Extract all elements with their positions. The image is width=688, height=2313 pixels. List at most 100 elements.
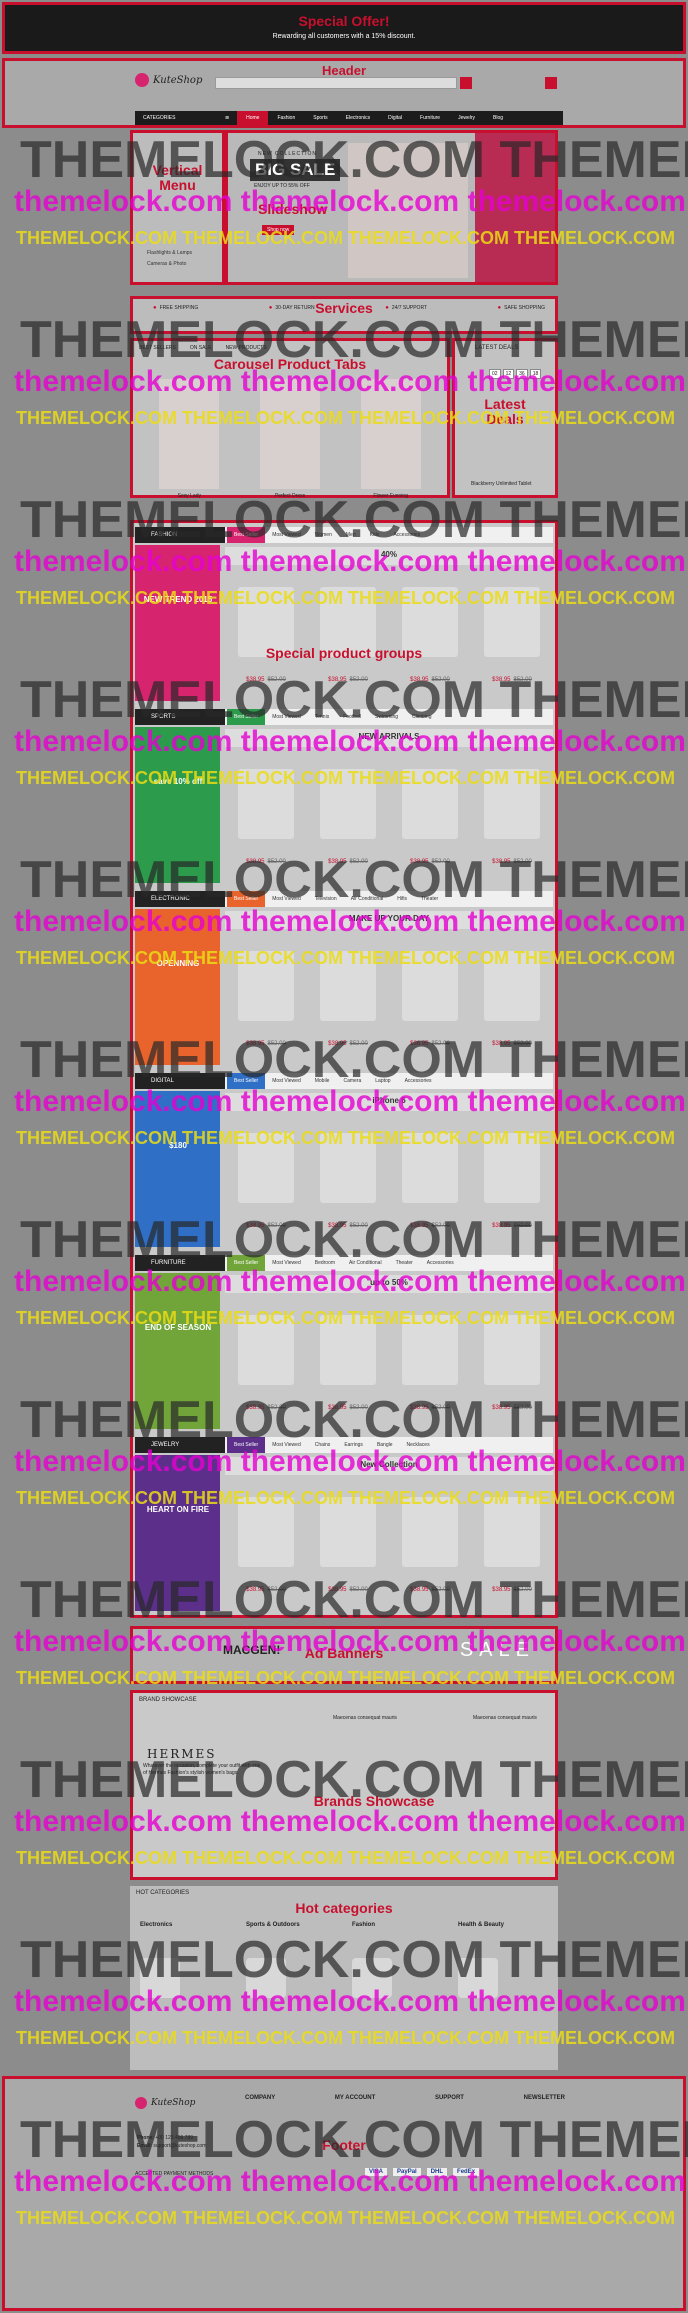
hot-category[interactable]: Fashion xyxy=(352,1922,442,1998)
section-banner[interactable]: NEW TREND 2015 xyxy=(135,545,220,701)
section-promo[interactable]: up to 50% xyxy=(225,1275,553,1293)
section-banner[interactable]: HEART ON FIRE xyxy=(135,1455,220,1611)
section-tab[interactable]: Accessories xyxy=(386,527,427,543)
section-tab[interactable]: Best Seller xyxy=(227,1255,266,1271)
nav-item-sports[interactable]: Sports xyxy=(304,111,336,125)
product-card[interactable] xyxy=(402,1133,458,1203)
section-promo[interactable]: New Collection xyxy=(225,1457,553,1475)
nav-item-home[interactable]: Home xyxy=(237,111,269,125)
carousel-tab[interactable]: ON SALE xyxy=(190,345,212,351)
product-card[interactable] xyxy=(402,769,458,839)
section-tab[interactable]: Most Viewed xyxy=(265,527,308,543)
product-card[interactable] xyxy=(238,769,294,839)
section-banner[interactable]: OPENNING xyxy=(135,909,220,1065)
product-card[interactable]: Perfect Dress xyxy=(250,373,330,499)
deal-product[interactable]: Blackberry Unlimited Tablet xyxy=(471,481,532,487)
product-card[interactable] xyxy=(320,769,376,839)
section-tab[interactable]: Swimming xyxy=(368,709,405,725)
product-card[interactable] xyxy=(238,1133,294,1203)
nav-item-electronics[interactable]: Electronics xyxy=(337,111,379,125)
section-tab[interactable]: Best Seller xyxy=(227,709,266,725)
section-tab[interactable]: Most Viewed xyxy=(265,1437,308,1453)
section-tab[interactable]: Theater xyxy=(414,891,445,907)
section-tab[interactable]: Bedroom xyxy=(308,1255,342,1271)
brand-logo[interactable]: HERMES xyxy=(147,1747,217,1761)
section-tab[interactable]: Accessories xyxy=(420,1255,461,1271)
section-tab[interactable]: Laptop xyxy=(368,1073,397,1089)
product-card[interactable] xyxy=(320,1497,376,1567)
section-tab[interactable]: Men xyxy=(339,527,363,543)
hot-category[interactable]: Sports & Outdoors xyxy=(246,1922,336,1998)
nav-item-digital[interactable]: Digital xyxy=(379,111,411,125)
carousel-tab[interactable]: NEW PRODUCTS xyxy=(226,345,267,351)
section-banner[interactable]: END OF SEASON xyxy=(135,1273,220,1429)
cart-icon[interactable] xyxy=(460,77,472,89)
hot-category[interactable]: Electronics xyxy=(140,1922,230,1998)
section-tab[interactable]: Tennis xyxy=(308,709,336,725)
section-tab[interactable]: Best Seller xyxy=(227,1073,266,1089)
section-tab[interactable]: Best Seller xyxy=(227,527,266,543)
product-card[interactable] xyxy=(320,1133,376,1203)
product-card[interactable]: Flower Evening xyxy=(351,373,431,499)
menu-icon[interactable]: ≡ xyxy=(225,115,229,122)
nav-item-blog[interactable]: Blog xyxy=(484,111,512,125)
footer-logo[interactable]: KuteShop xyxy=(135,2097,195,2109)
product-card[interactable]: Sexy Lady xyxy=(149,373,229,499)
nav-item-fashion[interactable]: Fashion xyxy=(268,111,304,125)
brand-product-2[interactable]: Maecenas consequat mauris xyxy=(473,1715,537,1721)
section-tab[interactable]: Television xyxy=(308,891,344,907)
section-tab[interactable]: Theater xyxy=(389,1255,420,1271)
section-tab[interactable]: Most Viewed xyxy=(265,891,308,907)
section-tab[interactable]: Best Seller xyxy=(227,1437,266,1453)
section-tab[interactable]: Mobile xyxy=(308,1073,337,1089)
section-promo[interactable]: iPhone 6 xyxy=(225,1093,553,1111)
section-tab[interactable]: Most Viewed xyxy=(265,1073,308,1089)
section-tab[interactable]: Earrings xyxy=(337,1437,370,1453)
section-tab[interactable]: Climbing xyxy=(405,709,438,725)
section-tab[interactable]: Hifis xyxy=(390,891,414,907)
section-tab[interactable]: Most Viewed xyxy=(265,709,308,725)
carousel-tab[interactable]: BEST SELLERS xyxy=(139,345,176,351)
product-card[interactable] xyxy=(484,1315,540,1385)
hot-category[interactable]: Health & Beauty xyxy=(458,1922,548,1998)
ad-right[interactable]: SALE xyxy=(460,1639,535,1662)
brand-product-1[interactable]: Maecenas consequat mauris xyxy=(333,1715,397,1721)
product-card[interactable] xyxy=(402,951,458,1021)
section-promo[interactable]: NEW ARRIVALS xyxy=(225,729,553,747)
section-banner[interactable]: $180 xyxy=(135,1091,220,1247)
nav-item-jewelry[interactable]: Jewelry xyxy=(449,111,484,125)
menu-item-cameras[interactable]: Cameras & Photo xyxy=(147,261,186,267)
product-card[interactable] xyxy=(402,1315,458,1385)
section-tab[interactable]: Accessories xyxy=(398,1073,439,1089)
slide-shop-button[interactable]: Shop now xyxy=(262,225,295,235)
categories-button[interactable]: CATEGORIES xyxy=(135,115,225,121)
section-tab[interactable]: Bangle xyxy=(370,1437,400,1453)
section-tab[interactable]: Air Conditional xyxy=(342,1255,389,1271)
menu-item-flashlights[interactable]: Flashlights & Lamps xyxy=(147,250,192,256)
section-tab[interactable]: Kids xyxy=(363,527,387,543)
product-card[interactable] xyxy=(402,1497,458,1567)
product-card[interactable] xyxy=(238,951,294,1021)
product-card[interactable] xyxy=(484,1497,540,1567)
section-tab[interactable]: Women xyxy=(308,527,339,543)
section-tab[interactable]: Necklaces xyxy=(400,1437,437,1453)
section-tab[interactable]: Best Seller xyxy=(227,891,266,907)
section-banner[interactable]: save 10% off xyxy=(135,727,220,883)
product-card[interactable] xyxy=(320,1315,376,1385)
section-tab[interactable]: Football xyxy=(336,709,368,725)
section-tab[interactable]: Chains xyxy=(308,1437,338,1453)
product-card[interactable] xyxy=(484,1133,540,1203)
product-card[interactable] xyxy=(484,951,540,1021)
nav-item-furniture[interactable]: Furniture xyxy=(411,111,449,125)
product-card[interactable] xyxy=(484,769,540,839)
section-tab[interactable]: Air Conditional xyxy=(344,891,391,907)
site-logo[interactable]: KuteShop xyxy=(135,73,202,87)
account-icon[interactable] xyxy=(545,77,557,89)
product-card[interactable] xyxy=(320,951,376,1021)
section-promo[interactable]: MAKE UP YOUR DAY xyxy=(225,911,553,929)
search-input[interactable] xyxy=(215,77,457,89)
section-tab[interactable]: Most Viewed xyxy=(265,1255,308,1271)
product-card[interactable] xyxy=(238,1315,294,1385)
section-tab[interactable]: Camera xyxy=(336,1073,368,1089)
section-promo[interactable]: 40% xyxy=(225,547,553,565)
